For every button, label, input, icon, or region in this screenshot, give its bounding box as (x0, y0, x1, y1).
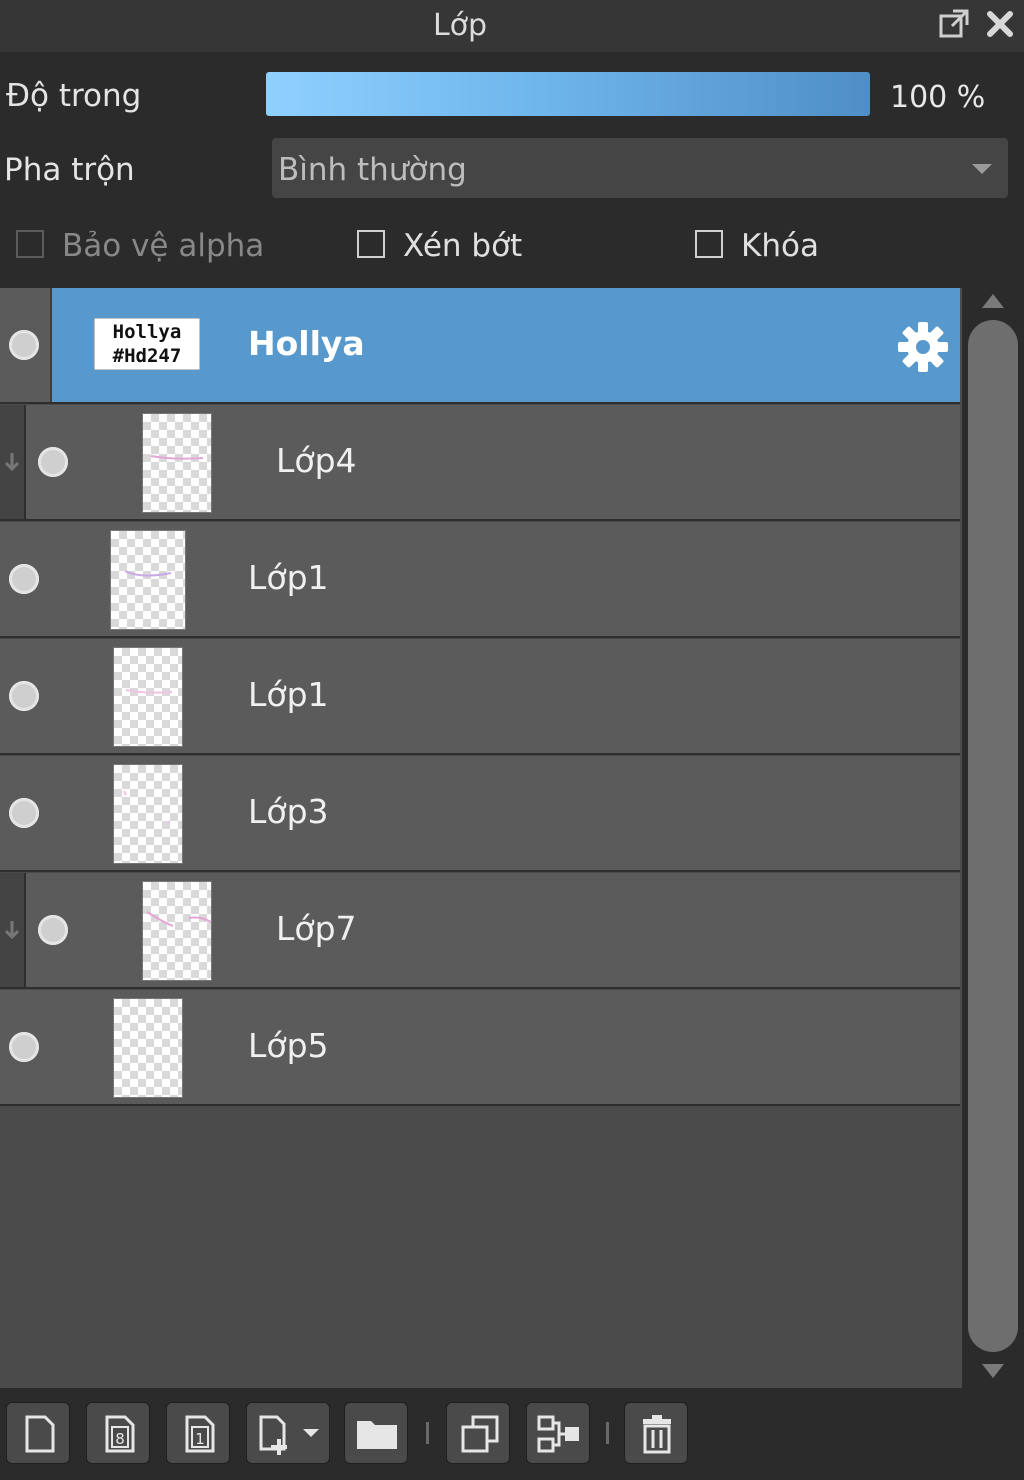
layer-row[interactable]: Lớp7 (0, 873, 960, 989)
opacity-slider-fill (266, 72, 870, 116)
clip-indicator (0, 873, 26, 987)
layer-thumbnail (142, 413, 212, 513)
layer-name: Lớp3 (248, 792, 329, 831)
merge-down-button[interactable] (526, 1402, 590, 1464)
scrollbar-thumb[interactable] (968, 320, 1018, 1352)
thumb-text-2: #Hd247 (113, 345, 182, 367)
opacity-value: 100 % (890, 80, 986, 115)
opacity-label: Độ trong (6, 78, 142, 114)
layer-name: Lớp1 (248, 675, 329, 714)
layer-name: Lớp4 (276, 441, 357, 480)
protect-alpha-checkbox[interactable] (16, 230, 44, 258)
layer-row[interactable]: Lớp3 (0, 756, 960, 872)
new-8bit-layer-icon: 8 (105, 1415, 135, 1453)
blend-mode-value: Bình thường (278, 152, 467, 188)
visibility-icon[interactable] (38, 447, 68, 477)
new-layer-icon (25, 1415, 55, 1453)
panel-title: Lớp (432, 8, 488, 43)
duplicate-layer-button[interactable] (446, 1402, 510, 1464)
lock-checkbox[interactable] (695, 230, 723, 258)
visibility-icon[interactable] (9, 564, 39, 594)
merge-down-icon (537, 1415, 579, 1453)
visibility-icon[interactable] (9, 798, 39, 828)
layer-name: Lớp5 (248, 1026, 329, 1065)
visibility-icon[interactable] (9, 330, 39, 360)
close-icon[interactable] (982, 6, 1018, 42)
clip-indicator (0, 405, 26, 519)
toolbar-separator (606, 1422, 609, 1444)
layer-thumbnail: Hollya #Hd247 (94, 318, 200, 370)
lock-label: Khóa (741, 228, 819, 264)
visibility-cell (0, 288, 52, 402)
duplicate-layer-icon (461, 1415, 499, 1453)
delete-layer-icon (643, 1415, 671, 1454)
scroll-down-icon[interactable] (980, 1358, 1006, 1386)
visibility-icon[interactable] (9, 1032, 39, 1062)
panel-titlebar: Lớp (0, 0, 1024, 52)
scroll-up-icon[interactable] (980, 288, 1006, 316)
opacity-slider[interactable] (266, 72, 870, 116)
new-8bit-layer-button[interactable]: 8 (86, 1402, 150, 1464)
layer-name: Lớp7 (276, 909, 357, 948)
clipping-checkbox[interactable] (357, 230, 385, 258)
visibility-icon[interactable] (38, 915, 68, 945)
layer-list-scrollbar[interactable] (962, 288, 1024, 1388)
layer-list: Hollya #Hd247 Hollya Lớp4 Lớp1 Lớp1 Lớp3… (0, 288, 962, 1388)
new-1bit-layer-button[interactable]: 1 (166, 1402, 230, 1464)
delete-layer-button[interactable] (624, 1402, 688, 1464)
layer-row[interactable]: Lớp1 (0, 522, 960, 638)
new-1bit-layer-icon: 1 (185, 1415, 215, 1453)
add-layer-menu-button[interactable] (246, 1402, 330, 1464)
clip-arrow-icon (4, 453, 20, 472)
chevron-down-icon (972, 164, 992, 174)
layer-row[interactable]: Lớp1 (0, 639, 960, 755)
layer-thumbnail (110, 530, 186, 630)
new-layer-button[interactable] (6, 1402, 70, 1464)
layer-name: Lớp1 (248, 558, 329, 597)
blend-mode-select[interactable]: Bình thường (272, 138, 1008, 198)
toolbar-separator (426, 1422, 429, 1444)
layer-thumbnail (113, 764, 183, 864)
layer-row[interactable]: Lớp5 (0, 990, 960, 1106)
clipping-label: Xén bớt (403, 228, 523, 264)
svg-text:8: 8 (115, 1430, 125, 1448)
thumb-text-1: Hollya (113, 321, 182, 343)
gear-icon[interactable] (896, 320, 950, 374)
clip-arrow-icon (4, 921, 20, 940)
blend-label: Pha trộn (4, 152, 135, 188)
add-layer-menu-icon (259, 1415, 319, 1455)
svg-text:1: 1 (195, 1430, 205, 1448)
layer-thumbnail (142, 881, 212, 981)
new-folder-icon (357, 1421, 397, 1449)
popout-icon[interactable] (936, 6, 972, 42)
new-folder-button[interactable] (344, 1402, 408, 1464)
layer-thumbnail (113, 647, 183, 747)
layer-name: Hollya (248, 324, 365, 363)
layer-toolbar: 8 1 (0, 1388, 1024, 1480)
visibility-icon[interactable] (9, 681, 39, 711)
layer-thumbnail (113, 998, 183, 1098)
layer-row[interactable]: Lớp4 (0, 405, 960, 521)
protect-alpha-label: Bảo vệ alpha (62, 228, 265, 264)
layer-row[interactable]: Hollya #Hd247 Hollya (0, 288, 960, 404)
